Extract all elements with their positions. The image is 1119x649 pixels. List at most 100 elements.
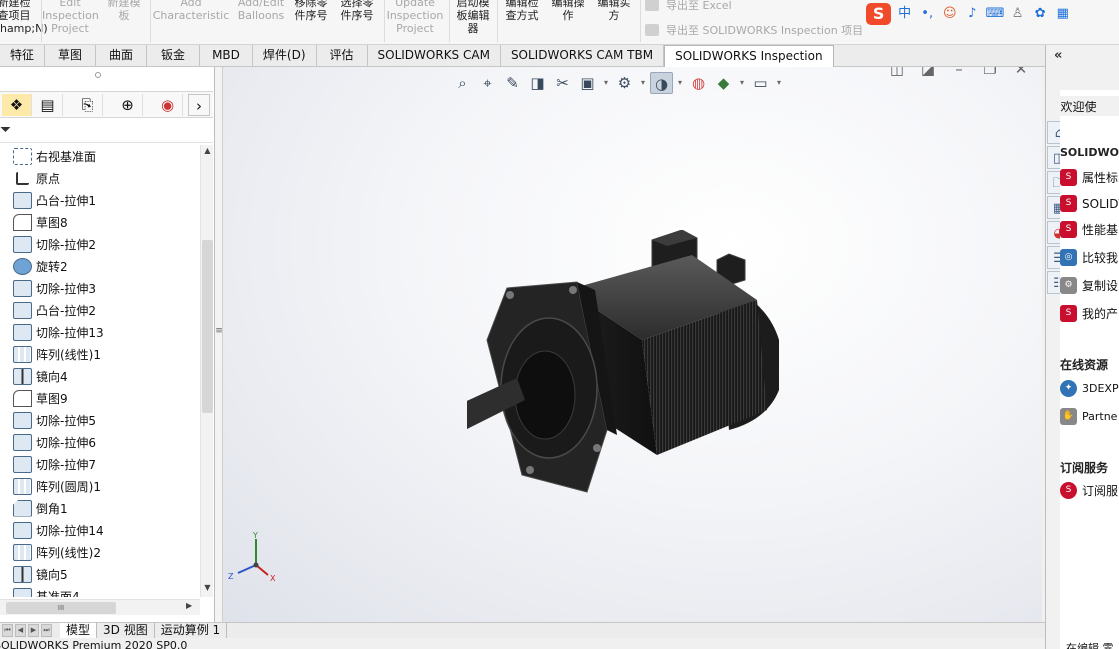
edit-appearance-icon[interactable]: ◍ xyxy=(687,72,710,94)
last-tab-arrow-icon[interactable]: ⏭ xyxy=(41,624,52,637)
tab-evaluate[interactable]: 评估 xyxy=(317,45,368,67)
collapse-task-pane-icon[interactable]: « xyxy=(1054,48,1062,63)
welcome-header[interactable]: ⌂欢迎使 xyxy=(1060,96,1119,116)
tree-item[interactable]: 切除-拉伸2 xyxy=(0,233,200,255)
minimize-icon[interactable]: – xyxy=(948,67,970,80)
appearance-tab-icon[interactable]: ◉ xyxy=(153,94,183,116)
view-settings-dropdown-icon[interactable]: ▾ xyxy=(774,72,784,94)
chinese-mode-icon[interactable]: 中 xyxy=(895,5,914,23)
add-characteristic-button[interactable]: Add Characteristic xyxy=(152,0,230,22)
tree-item[interactable]: 切除-拉伸3 xyxy=(0,277,200,299)
tree-item[interactable]: 切除-拉伸13 xyxy=(0,321,200,343)
tree-item[interactable]: 草图8 xyxy=(0,211,200,233)
scroll-right-arrow-icon[interactable]: ▶ xyxy=(186,601,192,610)
scroll-up-arrow-icon[interactable]: ▲ xyxy=(202,146,213,155)
tree-item[interactable]: 切除-拉伸5 xyxy=(0,409,200,431)
tree-item[interactable]: 右视基准面 xyxy=(0,145,200,167)
update-inspection-project-button[interactable]: Update Inspection Project xyxy=(385,0,445,35)
tab-surfaces[interactable]: 曲面 xyxy=(96,45,148,67)
tab-sheet-metal[interactable]: 钣金 xyxy=(147,45,201,67)
configuration-manager-tab-icon[interactable]: ⎘ xyxy=(73,94,103,116)
tree-item[interactable]: 凸台-拉伸1 xyxy=(0,189,200,211)
view-orientation-dropdown-icon[interactable]: ▾ xyxy=(601,72,611,94)
tree-horizontal-scrollbar[interactable]: III ▶ xyxy=(0,599,200,615)
section-view-icon[interactable]: ◨ xyxy=(526,72,549,94)
dimxpert-manager-tab-icon[interactable]: ⊕ xyxy=(113,94,143,116)
scroll-thumb[interactable] xyxy=(202,240,213,413)
tab-solidworks-cam[interactable]: SOLIDWORKS CAM xyxy=(368,45,501,67)
compare-my-score-link[interactable]: ◎ 比较我 xyxy=(1060,249,1118,266)
servo-motor-model[interactable] xyxy=(467,230,807,510)
panel-splitter[interactable]: ≡ xyxy=(215,67,223,622)
tree-item[interactable]: 阵列(线性)1 xyxy=(0,343,200,365)
tab-features[interactable]: 特征 xyxy=(0,45,46,67)
tab-model[interactable]: 模型 xyxy=(60,622,98,639)
template-editor-button[interactable]: 启动模 板编辑 器 xyxy=(451,0,495,35)
apply-scene-icon[interactable]: ◆ xyxy=(712,72,735,94)
tree-item[interactable]: 旋转2 xyxy=(0,255,200,277)
ime-menu-icon[interactable]: ▦ xyxy=(1053,5,1072,23)
keyboard-icon[interactable]: ⌨ xyxy=(986,5,1005,23)
tree-item[interactable]: 阵列(圆周)1 xyxy=(0,475,200,497)
tree-vertical-scrollbar[interactable]: ▲ ▼ xyxy=(200,145,213,597)
prev-tab-arrow-icon[interactable]: ◀ xyxy=(15,624,26,637)
tree-item[interactable]: 原点 xyxy=(0,167,200,189)
tile-left-icon[interactable]: ◫ xyxy=(886,67,908,80)
view-settings-icon[interactable]: ▭ xyxy=(749,72,772,94)
export-inspection-button[interactable]: 导出至 SOLIDWORKS Inspection 项目 xyxy=(645,22,863,38)
dynamic-annotation-icon[interactable]: ✂ xyxy=(551,72,574,94)
previous-view-icon[interactable]: ✎ xyxy=(501,72,524,94)
add-edit-balloons-button[interactable]: Add/Edit Balloons xyxy=(233,0,289,22)
edit-operation-button[interactable]: 编辑操 作 xyxy=(546,0,590,22)
first-tab-arrow-icon[interactable]: ⏮ xyxy=(2,624,13,637)
export-excel-button[interactable]: 导出至 Excel xyxy=(645,0,732,13)
hide-show-dropdown-icon[interactable]: ▾ xyxy=(675,72,685,94)
scene-dropdown-icon[interactable]: ▾ xyxy=(737,72,747,94)
copy-settings-wizard-link[interactable]: ⚙ 复制设 xyxy=(1060,277,1118,294)
tab-weldments[interactable]: 焊件(D) xyxy=(253,45,317,67)
tree-item[interactable]: 倒角1 xyxy=(0,497,200,519)
splitter-knob-icon[interactable]: ≡ xyxy=(215,319,223,343)
panel-grip[interactable] xyxy=(95,72,101,78)
tree-item[interactable]: 切除-拉伸14 xyxy=(0,519,200,541)
zoom-to-area-icon[interactable]: ⌖ xyxy=(476,72,499,94)
display-style-dropdown-icon[interactable]: ▾ xyxy=(638,72,648,94)
tab-solidworks-inspection[interactable]: SOLIDWORKS Inspection xyxy=(664,45,834,68)
new-inspection-project-button[interactable]: 新建检 查项目 (Champ;N) xyxy=(0,0,48,35)
property-manager-tab-icon[interactable]: ▤ xyxy=(33,94,63,116)
select-balloon-button[interactable]: 选择零 件序号 xyxy=(335,0,379,22)
filter-icon[interactable]: ⏷ xyxy=(0,122,11,138)
graphics-viewport[interactable]: ⌕ ⌖ ✎ ◨ ✂ ▣ ▾ ⚙ ▾ ◑ ▾ ◍ ◆ ▾ ▭ ▾ ◫ ◪ – ❐ … xyxy=(223,67,1042,622)
tab-sketch[interactable]: 草图 xyxy=(45,45,97,67)
user-icon[interactable]: ♙ xyxy=(1008,5,1027,23)
tree-item[interactable]: 切除-拉伸6 xyxy=(0,431,200,453)
tab-mbd[interactable]: MBD xyxy=(200,45,253,67)
next-tab-arrow-icon[interactable]: › xyxy=(188,94,210,116)
property-tab-builder-link[interactable]: S 属性标 xyxy=(1060,169,1118,186)
skin-icon[interactable]: ✿ xyxy=(1031,5,1050,23)
next-tab-arrow-icon[interactable]: ▶ xyxy=(28,624,39,637)
tab-solidworks-cam-tbm[interactable]: SOLIDWORKS CAM TBM xyxy=(501,45,665,67)
edit-inspection-project-button[interactable]: Edit Inspection Project xyxy=(42,0,99,35)
view-orientation-icon[interactable]: ▣ xyxy=(576,72,599,94)
microphone-icon[interactable]: ♪ xyxy=(963,5,982,23)
zoom-to-fit-icon[interactable]: ⌕ xyxy=(451,72,474,94)
performance-benchmark-link[interactable]: S 性能基 xyxy=(1060,221,1118,238)
restore-icon[interactable]: ❐ xyxy=(979,67,1001,80)
tab-motion-study-1[interactable]: 运动算例 1 xyxy=(155,622,228,639)
edit-vendor-button[interactable]: 编辑实 方 xyxy=(592,0,636,22)
tree-item[interactable]: 凸台-拉伸2 xyxy=(0,299,200,321)
remove-balloon-button[interactable]: 移除零 件序号 xyxy=(289,0,333,22)
sogou-logo-icon[interactable]: S xyxy=(866,3,892,25)
punctuation-icon[interactable]: •, xyxy=(918,5,937,23)
close-icon[interactable]: ✕ xyxy=(1010,67,1032,80)
tree-item[interactable]: 镜向4 xyxy=(0,365,200,387)
feature-manager-tab-icon[interactable]: ❖ xyxy=(2,94,32,116)
tree-item[interactable]: 草图9 xyxy=(0,387,200,409)
new-template-button[interactable]: 新建模 板 xyxy=(101,0,147,22)
tree-item[interactable]: 镜向5 xyxy=(0,563,200,585)
partner-solutions-link[interactable]: ✋ Partne xyxy=(1060,408,1117,425)
subscription-services-link[interactable]: S 订阅服 xyxy=(1060,482,1118,499)
solidworks-rx-link[interactable]: S SOLIDV xyxy=(1060,195,1119,212)
hscroll-thumb[interactable]: III xyxy=(6,602,116,614)
